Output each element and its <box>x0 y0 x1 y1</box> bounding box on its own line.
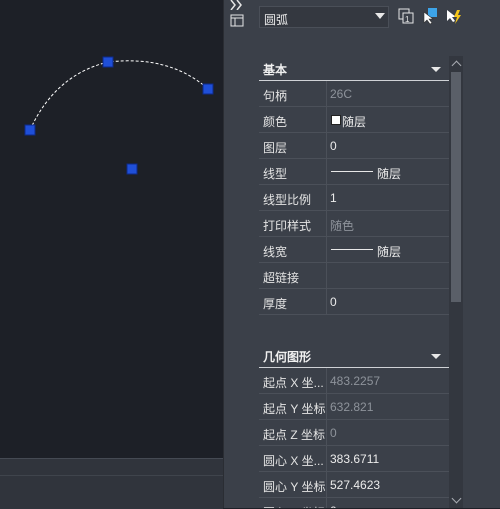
selected-arc[interactable] <box>29 60 209 131</box>
scroll-down-icon[interactable] <box>451 493 462 504</box>
property-value: 483.2257 <box>330 374 381 388</box>
property-row[interactable]: 句柄 26C <box>259 81 449 107</box>
section-title: 基本 <box>263 63 288 77</box>
property-label: 起点 Z 坐标 <box>263 428 325 442</box>
property-row[interactable]: 图层 0 <box>259 133 449 159</box>
color-swatch-icon <box>331 115 341 125</box>
property-value-cell[interactable]: 0 <box>326 133 449 158</box>
property-value: 0 <box>330 139 337 153</box>
chevron-down-icon[interactable] <box>431 67 441 72</box>
property-value-cell[interactable]: 383.6711 <box>326 446 449 471</box>
property-label: 圆心 X 坐... <box>263 454 324 468</box>
pin-icon[interactable] <box>230 0 245 13</box>
chevron-down-icon <box>375 13 385 19</box>
property-value: 1 <box>330 191 337 205</box>
object-type-value: 圆弧 <box>264 13 289 27</box>
drawing-canvas[interactable] <box>0 0 223 508</box>
property-label: 线宽 <box>263 245 288 259</box>
scroll-up-icon[interactable] <box>451 60 462 71</box>
properties-toggle-icon[interactable] <box>230 14 245 27</box>
property-row[interactable]: 线型比例 1 <box>259 185 449 211</box>
property-value: 随层 <box>342 115 367 129</box>
property-value: 527.4623 <box>330 478 381 492</box>
property-value: 随层 <box>377 167 402 181</box>
property-row[interactable]: 起点 Y 坐标 632.821 <box>259 394 449 420</box>
property-row[interactable]: 圆心 Z 坐标 0 <box>259 498 449 508</box>
property-row[interactable]: 圆心 Y 坐标 527.4623 <box>259 472 449 498</box>
property-value: 632.821 <box>330 400 374 414</box>
section-title: 几何图形 <box>263 350 312 364</box>
arc-drawing[interactable] <box>0 0 223 458</box>
property-value-cell[interactable]: 随层 <box>326 107 449 132</box>
property-value-cell[interactable]: 随层 <box>326 237 449 262</box>
properties-scrollbar[interactable] <box>449 56 463 508</box>
property-row[interactable]: 起点 X 坐... 483.2257 <box>259 368 449 394</box>
property-row[interactable]: 起点 Z 坐标 0 <box>259 420 449 446</box>
property-row[interactable]: 打印样式 随色 <box>259 211 449 237</box>
property-label: 线型 <box>263 167 288 181</box>
property-row[interactable]: 厚度 0 <box>259 289 449 315</box>
property-label: 圆心 Z 坐标 <box>263 504 325 508</box>
property-label: 起点 X 坐... <box>263 376 324 390</box>
quick-select-icon[interactable] <box>445 7 463 25</box>
property-value-cell[interactable]: 0 <box>326 289 449 314</box>
property-label: 颜色 <box>263 115 288 129</box>
svg-text:1: 1 <box>405 15 410 24</box>
property-value: 0 <box>330 295 337 309</box>
section-header-1[interactable]: 几何图形 <box>259 343 449 368</box>
property-value-cell[interactable]: 随层 <box>326 159 449 184</box>
property-value-cell[interactable]: 0 <box>326 420 449 445</box>
property-label: 句柄 <box>263 89 288 103</box>
properties-panel: 圆弧 1 基本 句柄 26C 颜色 随层 图层 0 线型 随层 线型比例 1 打印样式 随色 线宽 随层 超链… <box>250 0 500 508</box>
chevron-down-icon[interactable] <box>431 354 441 359</box>
scroll-thumb[interactable] <box>451 72 461 302</box>
property-row[interactable]: 线型 随层 <box>259 159 449 185</box>
property-label: 线型比例 <box>263 193 312 207</box>
property-value: 随层 <box>377 245 402 259</box>
property-label: 起点 Y 坐标 <box>263 402 325 416</box>
property-value-cell[interactable]: 632.821 <box>326 394 449 419</box>
property-value-cell[interactable]: 26C <box>326 81 449 106</box>
object-type-select[interactable]: 圆弧 <box>259 6 389 28</box>
property-row[interactable]: 线宽 随层 <box>259 237 449 263</box>
property-value: 383.6711 <box>330 452 380 466</box>
property-label: 圆心 Y 坐标 <box>263 480 325 494</box>
property-label: 超链接 <box>263 271 300 285</box>
property-row[interactable]: 超链接 <box>259 263 449 289</box>
property-value: 0 <box>330 426 337 440</box>
command-line-area[interactable] <box>0 458 223 509</box>
property-value-cell[interactable]: 483.2257 <box>326 368 449 393</box>
property-value: 随色 <box>330 219 355 233</box>
property-row[interactable]: 颜色 随层 <box>259 107 449 133</box>
section-header-0[interactable]: 基本 <box>259 56 449 81</box>
arc-end-grip[interactable] <box>202 83 214 95</box>
property-row[interactable]: 圆心 X 坐... 383.6711 <box>259 446 449 472</box>
property-value-cell[interactable]: 随色 <box>326 211 449 236</box>
property-label: 打印样式 <box>263 219 312 233</box>
property-value-cell[interactable]: 1 <box>326 185 449 210</box>
panel-toolstrip <box>223 0 251 508</box>
property-value-cell[interactable] <box>326 263 449 288</box>
property-value: 26C <box>330 87 353 101</box>
property-value: 0 <box>330 504 337 508</box>
property-label: 厚度 <box>263 297 288 311</box>
toggle-pickadd-icon[interactable]: 1 <box>397 7 415 25</box>
property-label: 图层 <box>263 141 288 155</box>
property-value-cell[interactable]: 527.4623 <box>326 472 449 497</box>
linetype-sample-icon <box>331 249 373 250</box>
arc-start-grip[interactable] <box>24 124 36 136</box>
property-value-cell[interactable]: 0 <box>326 498 449 508</box>
arc-mid-grip[interactable] <box>102 56 114 68</box>
arc-center-grip[interactable] <box>126 163 138 175</box>
select-objects-icon[interactable] <box>421 7 439 25</box>
linetype-sample-icon <box>331 171 373 172</box>
property-grid: 基本 句柄 26C 颜色 随层 图层 0 线型 随层 线型比例 1 打印样式 随色 线宽 随层 超链接 厚度 0 几… <box>259 56 449 508</box>
divider <box>0 475 223 476</box>
